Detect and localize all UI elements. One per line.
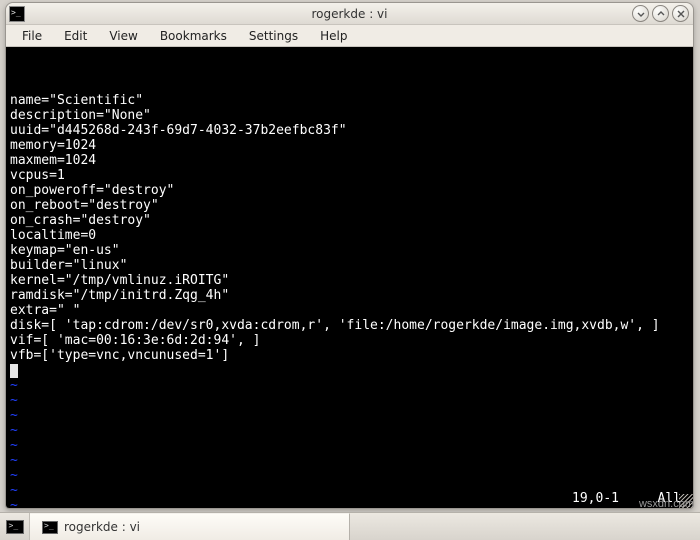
content-line: memory=1024 bbox=[10, 138, 689, 153]
terminal-icon bbox=[6, 520, 24, 534]
content-line: vif=[ 'mac=00:16:3e:6d:2d:94', ] bbox=[10, 333, 689, 348]
content-line: on_poweroff="destroy" bbox=[10, 183, 689, 198]
content-line: description="None" bbox=[10, 108, 689, 123]
terminal-icon bbox=[42, 521, 58, 534]
window-title: rogerkde : vi bbox=[6, 7, 693, 21]
maximize-button[interactable] bbox=[652, 5, 669, 22]
content-line: on_reboot="destroy" bbox=[10, 198, 689, 213]
titlebar[interactable]: rogerkde : vi bbox=[6, 3, 693, 25]
text-cursor bbox=[10, 364, 18, 378]
empty-line-tilde: ~ bbox=[10, 408, 689, 423]
window-controls bbox=[632, 5, 689, 22]
cursor-position: 19,0-1 bbox=[572, 491, 619, 506]
content-line: localtime=0 bbox=[10, 228, 689, 243]
content-line: ramdisk="/tmp/initrd.Zqg_4h" bbox=[10, 288, 689, 303]
menu-settings[interactable]: Settings bbox=[239, 26, 308, 46]
content-line: vfb=['type=vnc,vncunused=1'] bbox=[10, 348, 689, 363]
content-line: name="Scientific" bbox=[10, 93, 689, 108]
content-line: disk=[ 'tap:cdrom:/dev/sr0,xvda:cdrom,r'… bbox=[10, 318, 689, 333]
menu-help[interactable]: Help bbox=[310, 26, 357, 46]
menu-edit[interactable]: Edit bbox=[54, 26, 97, 46]
menu-bookmarks[interactable]: Bookmarks bbox=[150, 26, 237, 46]
watermark: wsxdn.com bbox=[639, 498, 694, 510]
menu-view[interactable]: View bbox=[99, 26, 147, 46]
cursor-line bbox=[10, 363, 689, 378]
minimize-button[interactable] bbox=[632, 5, 649, 22]
content-line: builder="linux" bbox=[10, 258, 689, 273]
terminal-window: rogerkde : vi File Edit View Bookmarks S… bbox=[5, 2, 694, 509]
empty-line-tilde: ~ bbox=[10, 453, 689, 468]
vi-status-line: 19,0-1 All bbox=[10, 491, 689, 506]
content-line: extra=" " bbox=[10, 303, 689, 318]
empty-line-tilde: ~ bbox=[10, 393, 689, 408]
content-line: keymap="en-us" bbox=[10, 243, 689, 258]
terminal-viewport[interactable]: name="Scientific"description="None"uuid=… bbox=[6, 47, 693, 508]
content-line: maxmem=1024 bbox=[10, 153, 689, 168]
close-button[interactable] bbox=[672, 5, 689, 22]
task-label: rogerkde : vi bbox=[64, 520, 140, 534]
menubar: File Edit View Bookmarks Settings Help bbox=[6, 25, 693, 47]
content-line: kernel="/tmp/vmlinuz.iROITG" bbox=[10, 273, 689, 288]
menu-file[interactable]: File bbox=[12, 26, 52, 46]
empty-line-tilde: ~ bbox=[10, 438, 689, 453]
terminal-app-icon bbox=[9, 6, 25, 22]
empty-line-tilde: ~ bbox=[10, 423, 689, 438]
taskbar: rogerkde : vi bbox=[0, 512, 700, 540]
content-line: vcpus=1 bbox=[10, 168, 689, 183]
launcher-terminal[interactable] bbox=[0, 513, 30, 540]
taskbar-item-active[interactable]: rogerkde : vi bbox=[30, 513, 350, 540]
content-line: uuid="d445268d-243f-69d7-4032-37b2eefbc8… bbox=[10, 123, 689, 138]
empty-line-tilde: ~ bbox=[10, 468, 689, 483]
content-line: on_crash="destroy" bbox=[10, 213, 689, 228]
empty-line-tilde: ~ bbox=[10, 378, 689, 393]
